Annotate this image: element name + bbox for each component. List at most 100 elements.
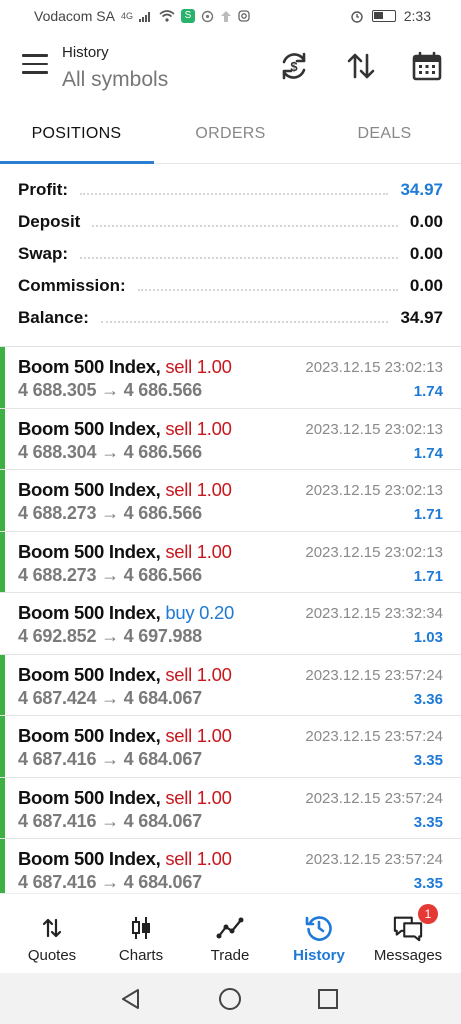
symbol-name: Boom 500 Index, bbox=[18, 848, 161, 869]
deal-time: 2023.12.15 23:02:13 bbox=[305, 420, 443, 438]
deal-prices: 4 687.416 → 4 684.067 bbox=[18, 872, 202, 892]
back-button[interactable] bbox=[119, 987, 143, 1011]
deal-side: sell 1.00 bbox=[165, 663, 232, 685]
deal-side: sell 1.00 bbox=[165, 725, 232, 746]
deal-profit: 1.03 bbox=[413, 629, 443, 646]
position-marker bbox=[0, 839, 5, 901]
deal-symbol: Boom 500 Index, sell 1.00 bbox=[18, 787, 232, 809]
tab-orders[interactable]: ORDERS bbox=[154, 108, 307, 162]
deal-side: sell 1.00 bbox=[165, 479, 232, 500]
calendar-icon bbox=[412, 51, 442, 81]
history-icon bbox=[304, 914, 334, 942]
deal-side: buy 0.20 bbox=[165, 602, 234, 623]
home-icon bbox=[219, 988, 241, 1010]
summary-row-profit: Profit: 34.97 bbox=[0, 174, 461, 206]
dotted-leader bbox=[92, 225, 398, 227]
unread-badge: 1 bbox=[418, 904, 438, 924]
summary-row-deposit: Deposit 0.00 bbox=[0, 206, 461, 238]
symbol-filter[interactable]: All symbols bbox=[62, 68, 168, 92]
menu-button[interactable] bbox=[22, 54, 48, 74]
position-marker bbox=[0, 347, 5, 408]
list-item[interactable]: Boom 500 Index, sell 1.00 4 688.304 → 4 … bbox=[0, 408, 461, 470]
nav-messages[interactable]: 1 Messages bbox=[362, 894, 454, 974]
tab-positions[interactable]: POSITIONS bbox=[0, 108, 153, 162]
nav-trade[interactable]: Trade bbox=[184, 894, 276, 974]
battery-icon bbox=[371, 10, 396, 22]
position-marker bbox=[0, 654, 5, 715]
position-marker bbox=[0, 716, 5, 777]
list-item[interactable]: Boom 500 Index, sell 1.00 4 688.305 → 4 … bbox=[0, 347, 461, 409]
deal-prices: 4 688.304 → 4 686.566 bbox=[18, 441, 202, 462]
summary-value: 0.00 bbox=[409, 212, 443, 231]
page-title: History bbox=[62, 44, 109, 61]
summary-row-swap: Swap: 0.00 bbox=[0, 238, 461, 270]
quotes-icon bbox=[37, 914, 67, 942]
deal-prices: 4 688.305 → 4 686.566 bbox=[18, 380, 202, 400]
alarm-icon bbox=[351, 11, 363, 23]
summary-label: Balance: bbox=[18, 308, 89, 327]
symbol-name: Boom 500 Index, bbox=[18, 356, 161, 377]
summary-value: 34.97 bbox=[400, 308, 443, 327]
menu-icon-line bbox=[22, 71, 48, 74]
list-item[interactable]: Boom 500 Index, sell 1.00 4 687.424 → 4 … bbox=[0, 654, 461, 716]
position-marker bbox=[0, 408, 5, 469]
deal-profit: 1.74 bbox=[413, 444, 443, 462]
system-navigation-bar bbox=[0, 973, 461, 1024]
list-item[interactable]: Boom 500 Index, sell 1.00 4 687.416 → 4 … bbox=[0, 839, 461, 901]
position-marker bbox=[0, 470, 5, 531]
currency-exchange-button[interactable]: $ bbox=[276, 48, 312, 84]
deal-prices: 4 688.273 → 4 686.566 bbox=[18, 503, 202, 523]
summary-label: Swap: bbox=[18, 244, 69, 263]
sync-icon bbox=[201, 10, 214, 22]
recents-button[interactable] bbox=[316, 987, 340, 1011]
deal-symbol: Boom 500 Index, sell 1.00 bbox=[18, 664, 232, 686]
dotted-leader bbox=[100, 321, 389, 323]
summary-value: 34.97 bbox=[400, 180, 443, 199]
home-button[interactable] bbox=[218, 987, 242, 1011]
symbol-name: Boom 500 Index, bbox=[18, 786, 161, 808]
deal-side: sell 1.00 bbox=[165, 356, 232, 377]
list-item[interactable]: Boom 500 Index, buy 0.20 4 692.852 → 4 6… bbox=[0, 593, 461, 655]
app-header: History All symbols $ bbox=[0, 32, 461, 100]
deal-symbol: Boom 500 Index, sell 1.00 bbox=[18, 356, 232, 378]
list-item[interactable]: Boom 500 Index, sell 1.00 4 687.416 → 4 … bbox=[0, 777, 461, 839]
menu-icon-line bbox=[22, 54, 48, 57]
nav-charts[interactable]: Charts bbox=[95, 894, 187, 974]
deal-profit: 3.35 bbox=[413, 813, 443, 831]
deal-prices: 4 687.424 → 4 684.067 bbox=[18, 687, 202, 708]
list-item[interactable]: Boom 500 Index, sell 1.00 4 687.416 → 4 … bbox=[0, 716, 461, 778]
symbol-name: Boom 500 Index, bbox=[18, 540, 161, 562]
menu-icon-line bbox=[22, 62, 48, 65]
tab-deals[interactable]: DEALS bbox=[308, 108, 461, 162]
list-item[interactable]: Boom 500 Index, sell 1.00 4 688.273 → 4 … bbox=[0, 531, 461, 593]
nav-label: Messages bbox=[373, 947, 443, 964]
deal-side: sell 1.00 bbox=[165, 848, 232, 869]
deal-time: 2023.12.15 23:57:24 bbox=[305, 789, 443, 807]
nav-label: Charts bbox=[118, 947, 164, 964]
calendar-button[interactable] bbox=[409, 48, 445, 84]
summary-label: Profit: bbox=[18, 180, 69, 199]
deal-time: 2023.12.15 23:57:24 bbox=[305, 851, 443, 868]
summary-value: 0.00 bbox=[409, 244, 443, 263]
deal-profit: 3.35 bbox=[413, 875, 443, 892]
nav-label: Quotes bbox=[27, 947, 77, 964]
deal-time: 2023.12.15 23:57:24 bbox=[305, 728, 443, 745]
dotted-leader bbox=[137, 289, 398, 291]
nav-label: Trade bbox=[210, 947, 250, 964]
summary-value: 0.00 bbox=[409, 276, 443, 295]
nav-quotes[interactable]: Quotes bbox=[6, 894, 98, 974]
deal-side: sell 1.00 bbox=[165, 417, 232, 439]
back-icon bbox=[122, 989, 139, 1009]
nav-history[interactable]: History bbox=[273, 894, 365, 974]
sort-button[interactable] bbox=[343, 48, 379, 84]
history-tabs: POSITIONS ORDERS DEALS bbox=[0, 108, 461, 164]
list-item[interactable]: Boom 500 Index, sell 1.00 4 688.273 → 4 … bbox=[0, 470, 461, 532]
symbol-name: Boom 500 Index, bbox=[18, 479, 161, 500]
deal-profit: 3.35 bbox=[413, 752, 443, 769]
active-tab-indicator bbox=[0, 161, 154, 164]
deal-symbol: Boom 500 Index, sell 1.00 bbox=[18, 418, 232, 440]
recents-icon bbox=[318, 989, 338, 1009]
carrier-name: Vodacom SA bbox=[34, 8, 115, 24]
symbol-name: Boom 500 Index, bbox=[18, 725, 161, 746]
sort-icon bbox=[347, 53, 375, 79]
